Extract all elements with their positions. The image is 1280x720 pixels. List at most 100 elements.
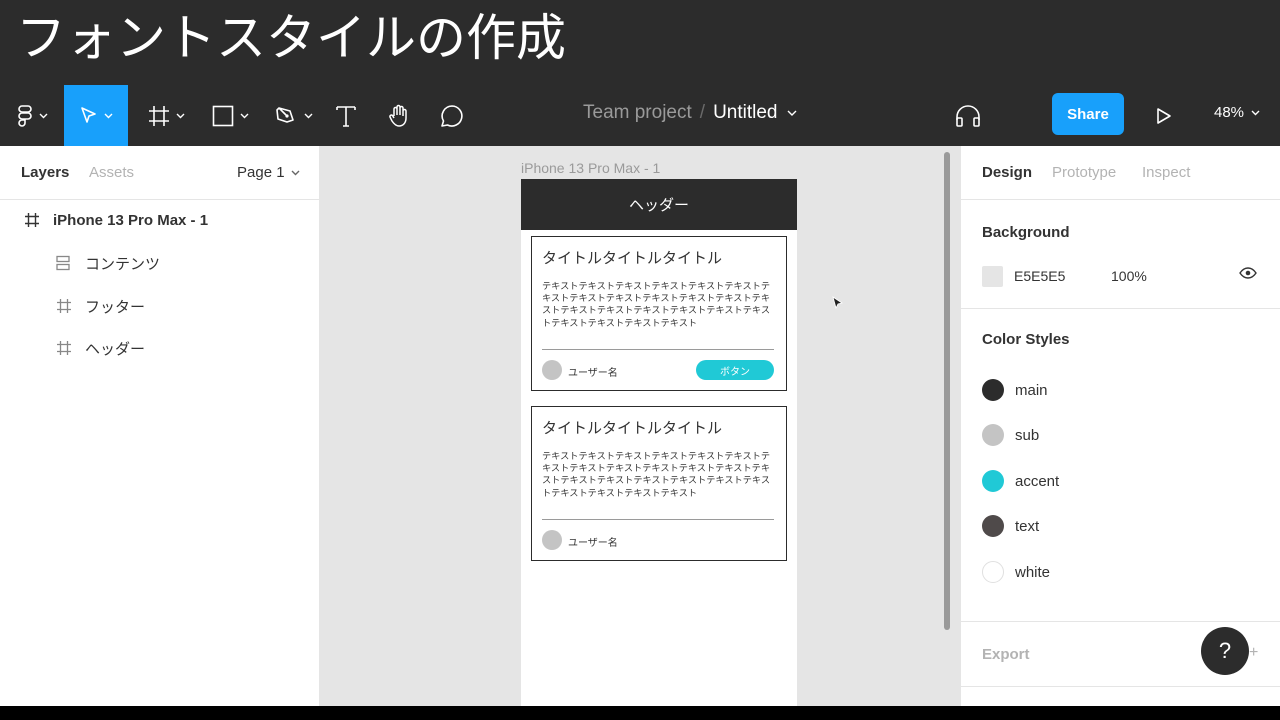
frame-header: ヘッダー [521, 179, 797, 230]
tab-inspect[interactable]: Inspect [1142, 164, 1190, 181]
eye-icon[interactable] [1239, 267, 1257, 279]
frame-icon [56, 298, 72, 314]
comment-tool-button[interactable] [438, 85, 466, 146]
tab-design[interactable]: Design [982, 164, 1032, 181]
color-style-name: accent [1015, 472, 1060, 490]
color-dot [982, 424, 1004, 446]
background-swatch[interactable] [982, 265, 1003, 287]
right-panel-tabs: Design Prototype Inspect [961, 146, 1280, 200]
breadcrumb-separator: / [699, 102, 706, 123]
left-panel-tabs: Layers Assets Page 1 [0, 146, 319, 200]
tab-layers[interactable]: Layers [21, 164, 69, 181]
frame-icon [24, 212, 40, 228]
hand-icon [389, 104, 407, 127]
pen-nib-icon [275, 106, 294, 123]
comment-bubble-icon [441, 104, 463, 127]
layer-header[interactable]: ヘッダー [0, 328, 320, 368]
layer-name: フッター [85, 298, 146, 316]
frame-hash-icon [148, 105, 169, 126]
background-fill-row[interactable]: E5E5E5 100% [982, 265, 1262, 287]
chevron-down-icon[interactable] [787, 110, 797, 116]
card-divider [542, 349, 774, 350]
page-selector[interactable]: Page 1 [237, 164, 300, 181]
present-button[interactable] [1150, 85, 1178, 146]
card[interactable]: タイトルタイトルタイトル テキストテキストテキストテキストテキストテキストテキス… [531, 236, 787, 391]
canvas-scrollbar[interactable] [944, 152, 950, 630]
zoom-menu[interactable]: 48% [1214, 104, 1260, 121]
chevron-down-icon [291, 170, 300, 175]
chevron-down-icon [240, 113, 248, 118]
figma-logo-icon [17, 104, 32, 127]
cursor-arrow-icon [80, 106, 96, 123]
layer-footer[interactable]: フッター [0, 286, 320, 326]
color-styles-title: Color Styles [982, 331, 1070, 348]
layer-name: コンテンツ [85, 255, 161, 273]
color-style-name: text [1015, 517, 1040, 535]
color-dot [982, 515, 1004, 537]
zoom-level: 48% [1214, 104, 1245, 121]
title-banner: フォントスタイルの作成 [0, 0, 1280, 82]
auto-layout-icon [56, 255, 70, 271]
background-section-title: Background [982, 224, 1070, 241]
bottom-bar [0, 706, 1280, 720]
card-title: タイトルタイトルタイトル [542, 249, 723, 267]
chevron-down-icon [104, 113, 112, 118]
background-opacity[interactable]: 100% [1111, 268, 1147, 284]
color-dot [982, 470, 1004, 492]
main-menu-button[interactable] [8, 85, 56, 146]
layer-name: ヘッダー [85, 340, 146, 358]
chevron-down-icon [176, 113, 184, 118]
chevron-down-icon [304, 113, 312, 118]
color-style-accent[interactable]: accent [982, 470, 1262, 492]
canvas[interactable]: iPhone 13 Pro Max - 1 ヘッダー タイトルタイトルタイトル … [320, 146, 960, 706]
team-project-link[interactable]: Team project [583, 102, 692, 124]
move-tool-button[interactable] [64, 85, 128, 146]
export-section-title[interactable]: Export [982, 646, 1030, 663]
frame-label[interactable]: iPhone 13 Pro Max - 1 [521, 160, 660, 176]
section-divider [961, 308, 1280, 309]
tab-prototype[interactable]: Prototype [1052, 164, 1116, 181]
rectangle-icon [212, 105, 233, 126]
add-export-button[interactable]: + [1249, 644, 1258, 662]
frame-icon [56, 340, 72, 356]
color-style-name: sub [1015, 426, 1040, 444]
chevron-down-icon [39, 113, 47, 118]
play-icon [1157, 107, 1171, 124]
color-style-white[interactable]: white [982, 561, 1262, 583]
mouse-cursor-icon [832, 296, 843, 310]
hand-tool-button[interactable] [384, 85, 414, 146]
background-hex[interactable]: E5E5E5 [1014, 268, 1065, 284]
share-button[interactable]: Share [1052, 93, 1124, 135]
tab-assets[interactable]: Assets [89, 164, 134, 181]
section-divider [961, 621, 1280, 622]
card-divider [542, 519, 774, 520]
audio-button[interactable] [952, 85, 984, 146]
color-dot [982, 561, 1004, 583]
shape-tool-button[interactable] [204, 85, 256, 146]
text-t-icon [336, 105, 356, 127]
card-button[interactable]: ボタン [696, 360, 774, 380]
color-style-main[interactable]: main [982, 379, 1262, 401]
avatar [542, 530, 562, 550]
chevron-down-icon [1251, 110, 1260, 115]
layer-contents[interactable]: コンテンツ [0, 243, 320, 283]
card-body: テキストテキストテキストテキストテキストテキストテキストテキストテキストテキスト… [542, 451, 771, 499]
design-panel: Design Prototype Inspect Background E5E5… [960, 146, 1280, 706]
color-style-name: main [1015, 381, 1048, 399]
frame-tool-button[interactable] [140, 85, 192, 146]
layer-name: iPhone 13 Pro Max - 1 [53, 211, 209, 229]
layers-panel: Layers Assets Page 1 iPhone 13 Pro Max -… [0, 146, 320, 706]
card-user-name: ユーザー名 [568, 538, 618, 549]
iphone-frame[interactable]: ヘッダー タイトルタイトルタイトル テキストテキストテキストテキストテキストテキ… [521, 179, 797, 706]
file-name[interactable]: Untitled [713, 102, 777, 124]
layer-iphone-frame[interactable]: iPhone 13 Pro Max - 1 [0, 200, 320, 240]
pen-tool-button[interactable] [268, 85, 320, 146]
color-dot [982, 379, 1004, 401]
text-tool-button[interactable] [332, 85, 360, 146]
figma-window: フォントスタイルの作成 Team project / Untitled Shar… [0, 0, 1280, 720]
help-button[interactable]: ? [1201, 627, 1249, 675]
card[interactable]: タイトルタイトルタイトル テキストテキストテキストテキストテキストテキストテキス… [531, 406, 787, 561]
color-style-text[interactable]: text [982, 515, 1262, 537]
page-name: Page 1 [237, 164, 285, 181]
color-style-sub[interactable]: sub [982, 424, 1262, 446]
